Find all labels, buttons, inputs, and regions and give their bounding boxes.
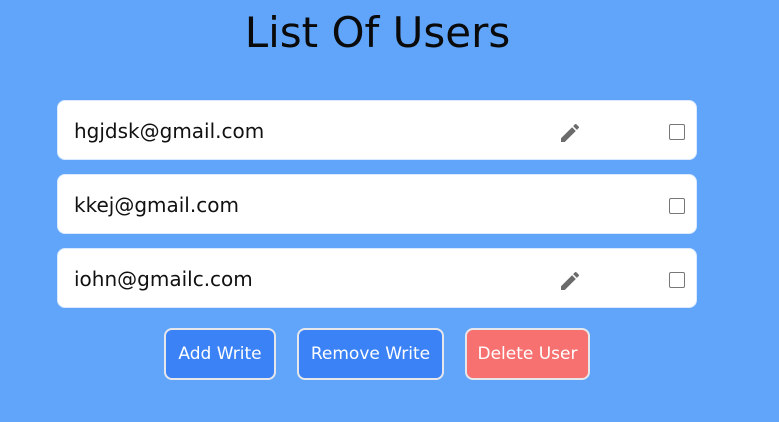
user-email: iohn@gmailc.com — [74, 267, 253, 291]
page-title: List Of Users — [244, 8, 511, 57]
add-write-button[interactable]: Add Write — [164, 328, 276, 380]
user-row: kkej@gmail.com — [57, 174, 697, 234]
remove-write-button[interactable]: Remove Write — [297, 328, 444, 380]
pencil-icon[interactable] — [558, 121, 582, 145]
user-select-checkbox[interactable] — [669, 272, 685, 288]
user-select-checkbox[interactable] — [669, 124, 685, 140]
user-email: hgjdsk@gmail.com — [74, 119, 265, 143]
user-select-checkbox[interactable] — [669, 198, 685, 214]
user-row: iohn@gmailc.com — [57, 248, 697, 308]
delete-user-button[interactable]: Delete User — [465, 328, 590, 380]
user-row: hgjdsk@gmail.com — [57, 100, 697, 160]
pencil-icon[interactable] — [558, 269, 582, 293]
user-email: kkej@gmail.com — [74, 193, 239, 217]
action-bar: Add Write Remove Write Delete User — [0, 328, 779, 380]
user-list: hgjdsk@gmail.com kkej@gmail.com iohn@gma… — [57, 100, 697, 322]
